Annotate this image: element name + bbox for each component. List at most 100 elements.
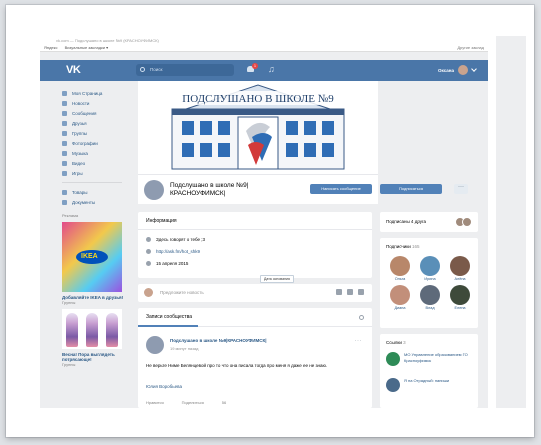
post-signature[interactable]: Юлия Воробьева <box>146 384 182 389</box>
compose-input[interactable]: Предложите новость <box>160 290 204 295</box>
group-avatar[interactable] <box>144 180 164 200</box>
post-date[interactable]: 19 минут назад <box>170 346 198 351</box>
info-status-row: Здесь говорят о тебе ;3 <box>146 237 205 242</box>
member-avatar <box>390 285 410 305</box>
write-message-button[interactable]: Написать сообщение <box>310 184 372 194</box>
member-item[interactable]: Влад <box>416 285 444 310</box>
sidebar-item-documents[interactable]: Документы <box>62 197 136 207</box>
share-button[interactable]: Поделиться <box>182 400 204 405</box>
link-text: МО Управление образованием ГО Красноуфим… <box>404 352 468 363</box>
more-button[interactable]: ··· <box>454 184 468 194</box>
music-icon[interactable]: ♫ <box>268 64 275 74</box>
video-icon[interactable] <box>347 289 353 295</box>
avatar <box>458 65 468 75</box>
members-title-text: Подписчики <box>386 244 411 249</box>
sidebar-item-music[interactable]: Музыка <box>62 148 136 158</box>
sidebar-item-news[interactable]: Новости <box>62 98 136 108</box>
bookmark-yandex[interactable]: Яндекс <box>44 45 57 50</box>
member-item[interactable]: Алёна <box>446 256 474 281</box>
friends-subscribed[interactable]: Подписаны 4 друга <box>380 212 478 232</box>
ikea-logo: IKEA <box>76 250 108 264</box>
dress-image <box>66 313 78 347</box>
link-text: Я на Отрадный: напиши <box>404 378 450 383</box>
member-avatar <box>420 256 440 276</box>
news-icon <box>62 100 67 106</box>
member-item[interactable]: Елена <box>446 285 474 310</box>
link-item[interactable]: Я на Отрадный: напиши <box>386 378 474 392</box>
links-title[interactable]: Ссылки 3 <box>386 340 406 345</box>
dress-image <box>106 313 118 347</box>
photo-icon <box>62 140 67 146</box>
sidebar-item-groups[interactable]: Группы <box>62 128 136 138</box>
post-avatar[interactable] <box>146 336 164 354</box>
vk-logo[interactable]: VK <box>66 64 81 76</box>
user-menu[interactable]: Оксана <box>438 65 477 75</box>
chevron-down-icon <box>471 66 477 72</box>
members-title[interactable]: Подписчики 165 <box>386 244 420 249</box>
info-link[interactable]: http://ask.fm/hot_shk9 <box>156 249 200 254</box>
post-author[interactable]: Подслушано в школе №9|КРАСНОУФИМСК| <box>170 338 267 343</box>
sidebar-item-label: Моя Страница <box>72 90 103 96</box>
compose-box: Предложите новость <box>138 284 372 302</box>
post-menu-icon[interactable]: ··· <box>355 338 363 344</box>
sidebar-item-video[interactable]: Видео <box>62 158 136 168</box>
bookmarks-bar: Яндекс Визуальные закладки ▾ <box>44 45 114 50</box>
member-name: Елена <box>454 306 466 310</box>
vk-topbar: VK Поиск 1 ♫ Оксана <box>40 60 488 81</box>
sidebar-item-messages[interactable]: Сообщения <box>62 108 136 118</box>
info-title: Информация <box>146 218 177 224</box>
friends-icon <box>62 120 67 126</box>
ads-label: Реклама <box>62 213 79 218</box>
notifications-button[interactable]: 1 <box>246 63 258 74</box>
sidebar-item-label: Видео <box>72 160 86 166</box>
member-avatar <box>420 285 440 305</box>
bag-icon <box>62 189 67 195</box>
ad-title[interactable]: Весна! Пора выглядеть потрясающе! <box>62 352 136 362</box>
other-bookmarks[interactable]: Другие заклад <box>457 45 484 50</box>
sidebar-item-label: Товары <box>72 189 88 195</box>
member-item[interactable]: Ольга <box>386 256 414 281</box>
sidebar-item-label: Документы <box>72 199 96 205</box>
sidebar-item-friends[interactable]: Друзья <box>62 118 136 128</box>
sidebar-item-games[interactable]: Игры <box>62 168 136 178</box>
link-icon <box>146 249 151 254</box>
link-item[interactable]: МО Управление образованием ГО Красноуфим… <box>386 352 474 366</box>
group-actions: Написать сообщение Подписаться ··· <box>310 184 468 194</box>
member-item[interactable]: Ирина <box>416 256 444 281</box>
search-icon[interactable] <box>359 315 364 320</box>
games-icon <box>62 170 67 176</box>
compose-attach-icons <box>336 289 364 295</box>
sidebar-item-label: Новости <box>72 100 90 106</box>
sidebar-item-goods[interactable]: Товары <box>62 187 136 197</box>
link-logo <box>386 378 400 392</box>
avatar <box>144 288 153 297</box>
sidebar-item-label: Фотографии <box>72 140 98 146</box>
tab-posts[interactable]: Записи сообщества <box>146 314 192 320</box>
search-input[interactable]: Поиск <box>136 64 234 76</box>
left-sidebar: Моя Страница Новости Сообщения Друзья Гр… <box>62 88 136 367</box>
ad-image-ikea[interactable]: IKEA <box>62 222 122 292</box>
member-name: Алёна <box>454 277 466 281</box>
sidebar-item-my-page[interactable]: Моя Страница <box>62 88 136 98</box>
ad-image-dresses[interactable] <box>62 309 122 349</box>
members-card: Подписчики 165 Ольга Ирина Алёна Диана Влад Е… <box>380 238 478 328</box>
member-avatar <box>450 285 470 305</box>
sidebar-item-photos[interactable]: Фотографии <box>62 138 136 148</box>
member-item[interactable]: Диана <box>386 285 414 310</box>
music-icon[interactable] <box>358 289 364 295</box>
friends-avatars <box>455 217 472 227</box>
document-icon <box>62 199 67 205</box>
school-building-illustration: ПОДСЛУШАНО В ШКОЛЕ №9 <box>138 81 378 174</box>
camera-icon[interactable] <box>336 289 342 295</box>
info-card: Информация Здесь говорят о тебе ;3 http:… <box>138 212 372 278</box>
friends-subscribed-label: Подписаны 4 друга <box>386 219 427 224</box>
member-avatar <box>390 256 410 276</box>
member-name: Ольга <box>394 277 406 281</box>
address-bar[interactable]: vk.com — Подслушано в школе №9 (КРАСНОУФ… <box>56 38 159 43</box>
bookmark-visual[interactable]: Визуальные закладки ▾ <box>65 45 109 50</box>
subscribe-button[interactable]: Подписаться <box>380 184 442 194</box>
like-button[interactable]: Нравится <box>146 400 164 405</box>
home-icon <box>62 90 67 96</box>
video-icon <box>62 160 67 166</box>
member-name: Влад <box>425 306 435 310</box>
